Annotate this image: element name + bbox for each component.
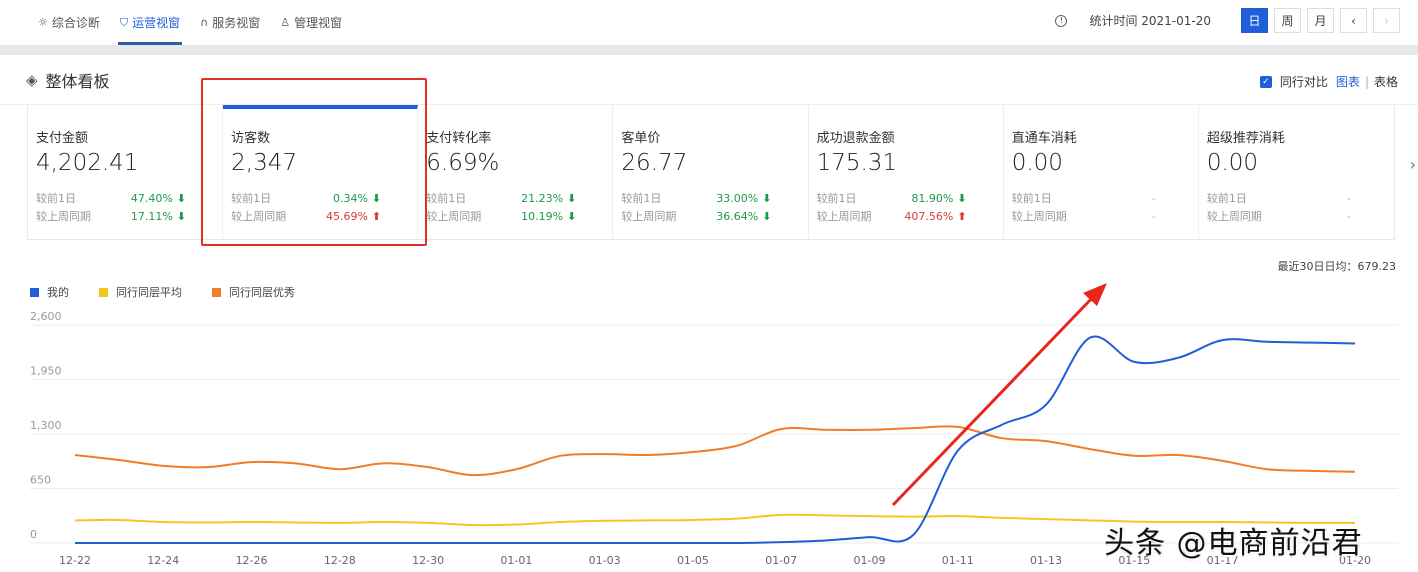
watermark: 头条 @电商前沿君 (1104, 526, 1363, 561)
annotation-arrow-icon (891, 283, 1107, 507)
